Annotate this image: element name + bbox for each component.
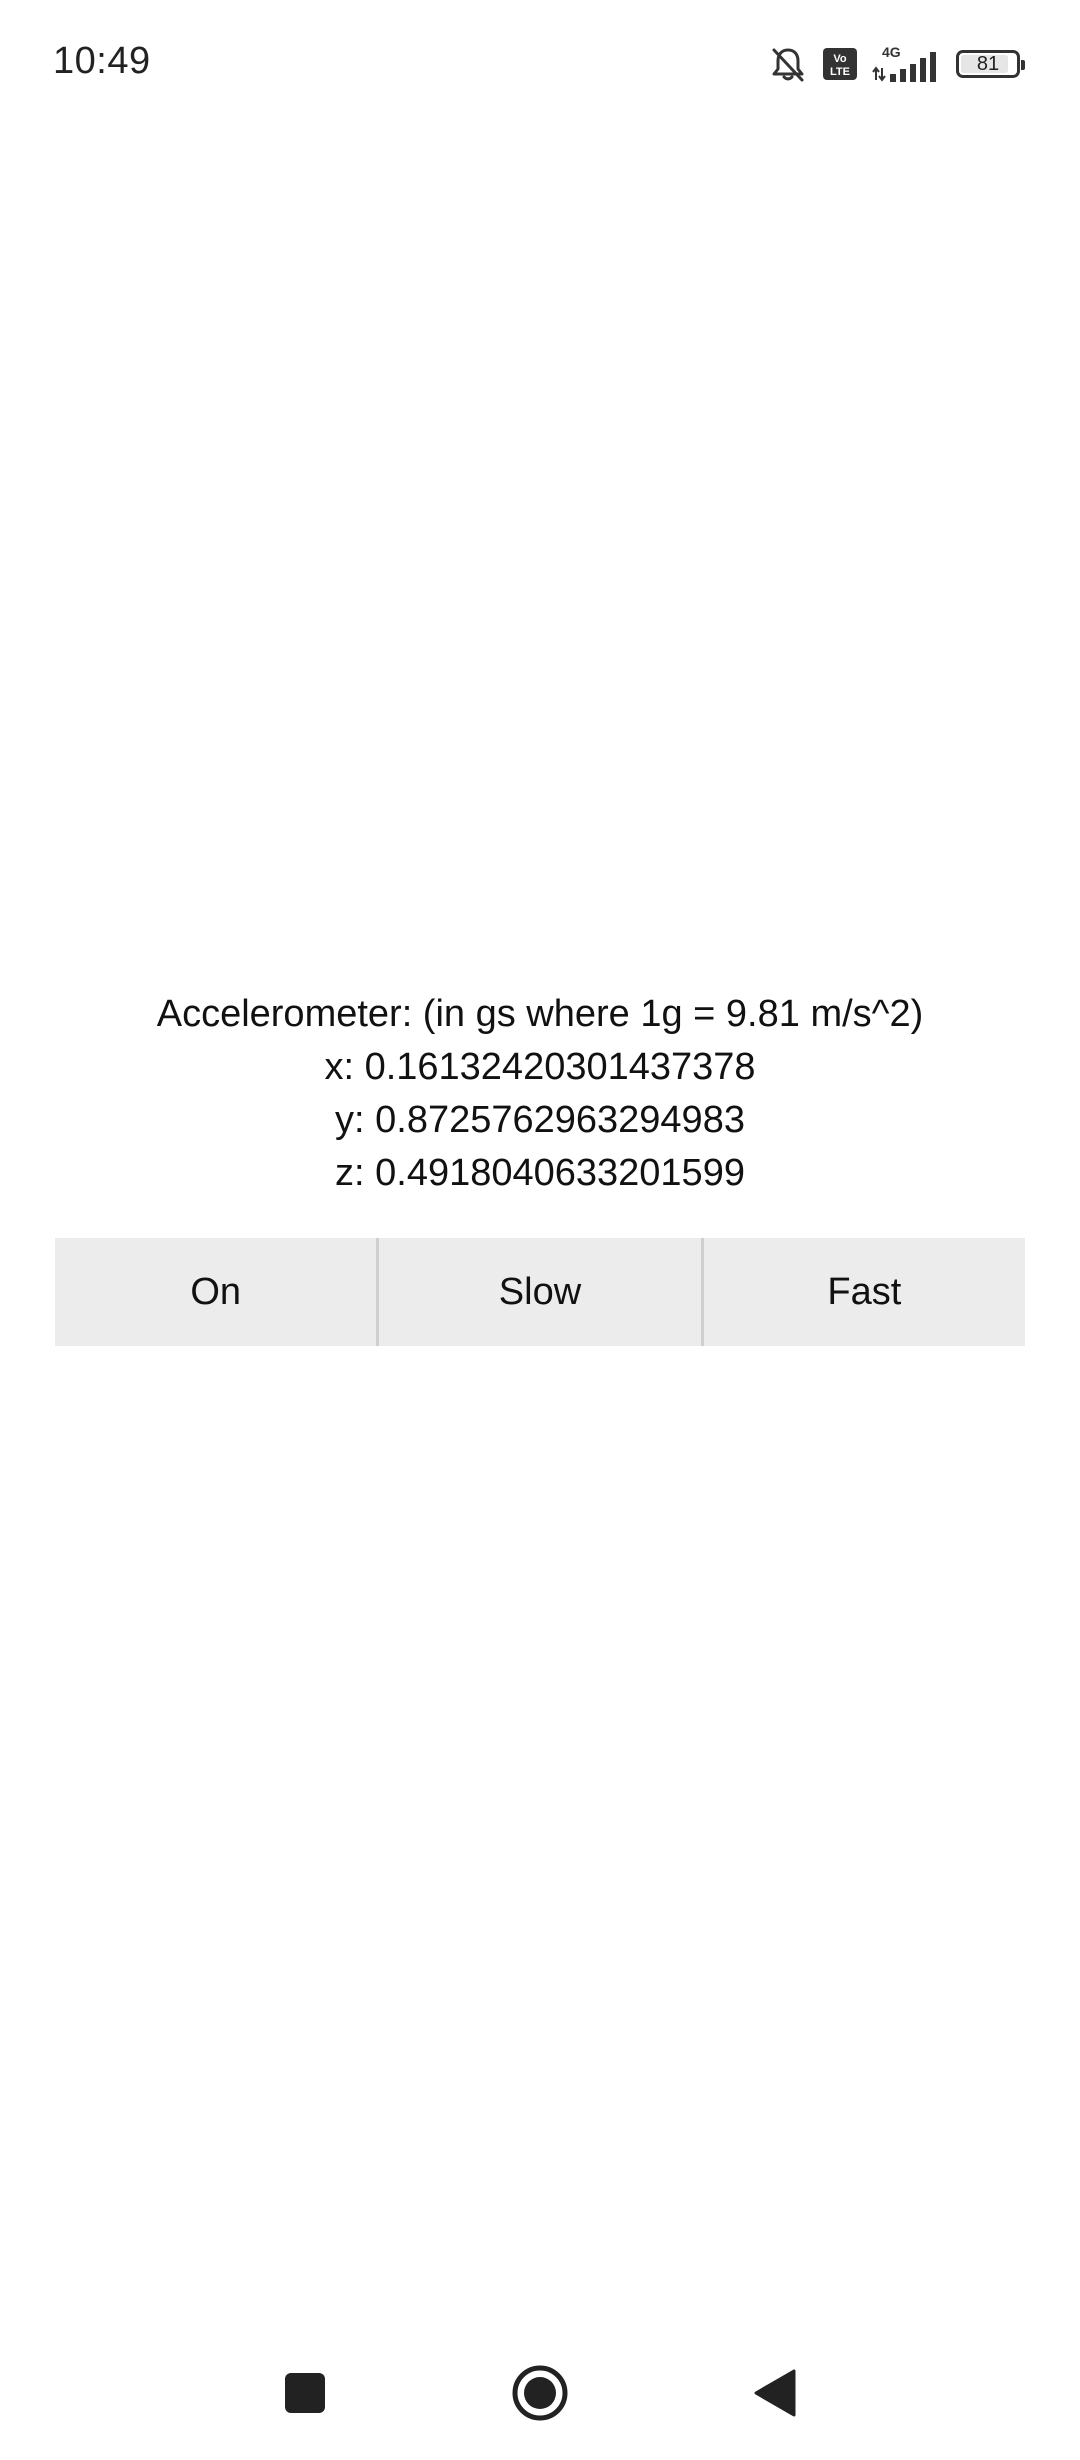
status-icons: Vo LTE 4G 81 [768,44,1025,84]
fast-button[interactable]: Fast [700,1238,1025,1346]
status-time: 10:49 [53,40,151,82]
status-bar: 10:49 Vo LTE 4G 81 [0,0,1080,130]
volte-icon: Vo LTE [822,47,858,81]
bell-off-icon [768,44,808,84]
recents-icon [283,2371,327,2420]
readout-title: Accelerometer: (in gs where 1g = 9.81 m/… [156,993,924,1035]
back-icon [752,2368,798,2423]
battery-icon: 81 [956,50,1025,78]
accelerometer-readout: Accelerometer: (in gs where 1g = 9.81 m/… [0,988,1080,1200]
signal-icon: 4G [872,44,942,84]
navigation-bar [0,2340,1080,2460]
svg-text:Vo: Vo [833,53,847,65]
home-button[interactable] [490,2340,590,2450]
readout-z: z: 0.4918040633201599 [335,1152,745,1194]
svg-text:4G: 4G [882,44,901,60]
svg-text:LTE: LTE [830,66,850,78]
back-button[interactable] [725,2340,825,2450]
readout-y: y: 0.8725762963294983 [335,1099,745,1141]
recents-button[interactable] [255,2340,355,2450]
sensor-control-buttons: On Slow Fast [55,1238,1025,1346]
home-icon [510,2363,570,2428]
readout-x: x: 0.16132420301437378 [324,1046,756,1088]
on-button[interactable]: On [55,1238,377,1346]
slow-button[interactable]: Slow [376,1238,701,1346]
battery-level: 81 [976,52,1000,75]
